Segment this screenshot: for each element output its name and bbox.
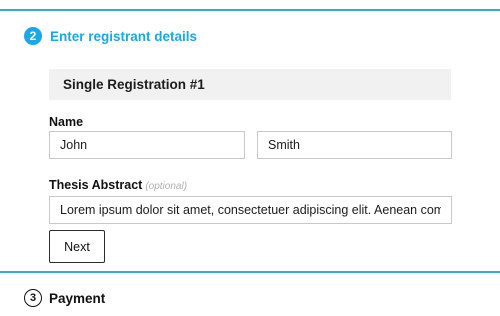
thesis-abstract-input[interactable] bbox=[49, 196, 452, 224]
step-title: Enter registrant details bbox=[50, 28, 198, 44]
first-name-input[interactable] bbox=[49, 131, 245, 159]
next-button[interactable]: Next bbox=[49, 230, 105, 263]
step-header-payment[interactable]: 3 Payment bbox=[24, 289, 105, 307]
name-label: Name bbox=[49, 115, 84, 129]
optional-hint: (optional) bbox=[145, 181, 188, 192]
section-divider bbox=[0, 271, 500, 273]
step-title: Payment bbox=[49, 290, 106, 306]
step-number-badge: 2 bbox=[24, 27, 42, 45]
step-number-badge: 3 bbox=[24, 289, 42, 307]
thesis-abstract-label: Thesis Abstract (optional) bbox=[49, 178, 187, 192]
registration-heading-panel: Single Registration #1 bbox=[49, 69, 451, 100]
last-name-input[interactable] bbox=[257, 131, 452, 159]
section-divider-top bbox=[0, 9, 500, 11]
registration-heading: Single Registration #1 bbox=[63, 77, 205, 92]
thesis-abstract-label-text: Thesis Abstract bbox=[49, 178, 143, 192]
step-header-registrant: 2 Enter registrant details bbox=[24, 27, 197, 45]
